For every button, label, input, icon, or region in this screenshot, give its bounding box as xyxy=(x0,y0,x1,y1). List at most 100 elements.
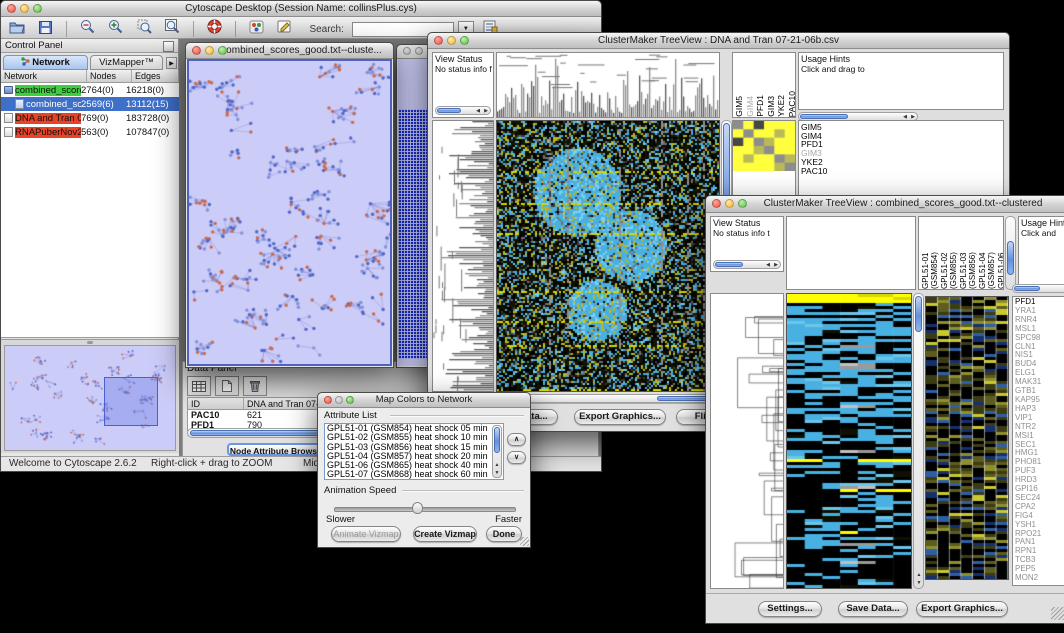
column-label[interactable]: GIM3 xyxy=(767,96,777,117)
correlation-matrix-canvas[interactable] xyxy=(733,121,795,171)
column-label[interactable]: GPL51-04 (GSM857) xyxy=(978,217,996,289)
dialog-titlebar[interactable]: Map Colors to Network xyxy=(318,393,530,408)
scroll-down-icon[interactable]: ▼ xyxy=(493,470,501,477)
zoom-fit-icon[interactable] xyxy=(161,17,185,35)
close-button[interactable] xyxy=(324,396,332,404)
column-label[interactable]: GIM5 xyxy=(735,96,745,117)
scroll-left-icon[interactable]: ◀ xyxy=(474,108,482,115)
scroll-down-icon[interactable]: ▼ xyxy=(915,580,923,587)
scroll-thumb[interactable] xyxy=(1014,286,1040,291)
main-titlebar[interactable]: Cytoscape Desktop (Session Name: collins… xyxy=(1,1,601,17)
close-button[interactable] xyxy=(192,46,201,55)
scroll-thumb[interactable] xyxy=(915,296,922,332)
node-attribute-browser-tab[interactable]: Node Attribute Brows... xyxy=(227,443,327,456)
row-dendrogram-canvas[interactable] xyxy=(433,121,493,391)
labels-vscrollbar[interactable] xyxy=(1005,216,1016,290)
export-graphics-button[interactable]: Export Graphics... xyxy=(916,601,1008,617)
scroll-left-icon[interactable]: ◀ xyxy=(764,262,772,269)
column-label[interactable]: GPL51-03 (GSM856) xyxy=(959,217,977,289)
zoom-button[interactable] xyxy=(218,46,227,55)
attribute-item[interactable]: GPL51-07 (GSM868) heat shock 60 min xyxy=(325,470,503,479)
column-dendrogram-canvas[interactable] xyxy=(497,53,719,117)
network-row[interactable]: RNAPuberNov2+ 563(0) 107847(0) xyxy=(1,125,179,139)
delete-attribute-trash-icon[interactable] xyxy=(243,376,267,396)
overview-viewport-rect[interactable] xyxy=(104,377,159,426)
new-attribute-icon[interactable] xyxy=(215,376,239,396)
secondary-heatmap-canvas[interactable] xyxy=(926,297,1008,579)
tab-vizmapper[interactable]: VizMapper™ xyxy=(90,55,163,70)
scroll-up-icon[interactable]: ▲ xyxy=(915,572,923,579)
treeview-combined-titlebar[interactable]: ClusterMaker TreeView : combined_scores_… xyxy=(706,196,1064,213)
zoom-selected-icon[interactable] xyxy=(132,17,156,35)
attribute-table-icon[interactable] xyxy=(187,376,211,396)
vizmap-colors-icon[interactable] xyxy=(245,18,269,36)
gene-label[interactable]: GIM3 xyxy=(801,149,1003,158)
settings-button[interactable]: Settings... xyxy=(758,601,822,617)
create-vizmap-button[interactable]: Create Vizmap xyxy=(413,526,477,542)
zoom-button[interactable] xyxy=(460,36,469,45)
column-label[interactable]: GPL51-02 (GSM855) xyxy=(940,217,958,289)
network-row[interactable]: combined_scores 2764(0) 16218(0) xyxy=(1,83,179,97)
column-label[interactable]: GIM4 xyxy=(746,96,756,117)
column-label[interactable]: YKE2 xyxy=(777,95,787,117)
annotation-icon[interactable] xyxy=(273,18,297,36)
network-row[interactable]: DNA and Tran 07 769(0) 183728(0) xyxy=(1,111,179,125)
scroll-thumb[interactable] xyxy=(715,262,743,267)
zoom-out-icon[interactable] xyxy=(75,17,99,35)
col-edges[interactable]: Edges xyxy=(132,70,179,82)
animation-speed-slider-track[interactable] xyxy=(334,507,516,512)
open-file-icon[interactable] xyxy=(5,18,29,36)
scroll-thumb[interactable] xyxy=(437,108,461,113)
heatmap-vscrollbar[interactable]: ▲ ▼ xyxy=(913,293,924,589)
close-button[interactable] xyxy=(403,47,411,55)
network-graph-canvas[interactable] xyxy=(189,61,390,364)
expression-heatmap-canvas[interactable] xyxy=(497,121,719,391)
animate-vizmap-button[interactable]: Animate Vizmap xyxy=(331,526,401,542)
gene-list-hscrollbar[interactable] xyxy=(1012,284,1064,293)
scroll-right-icon[interactable]: ▶ xyxy=(772,262,780,269)
attribute-vscrollbar[interactable]: ▲ ▼ xyxy=(492,425,502,478)
close-button[interactable] xyxy=(434,36,443,45)
animation-speed-slider-thumb[interactable] xyxy=(412,502,423,514)
column-label[interactable]: GPL51-06 (GSM865) xyxy=(997,217,1004,289)
scroll-thumb[interactable] xyxy=(1007,241,1014,275)
minimize-button[interactable] xyxy=(20,4,29,13)
minimize-button[interactable] xyxy=(725,199,734,208)
divider-handle[interactable] xyxy=(87,341,93,344)
scroll-right-icon[interactable]: ▶ xyxy=(482,108,490,115)
resize-grip[interactable] xyxy=(1051,607,1064,620)
scroll-thumb[interactable] xyxy=(800,114,848,119)
scroll-up-icon[interactable]: ▲ xyxy=(493,462,501,469)
resize-grip[interactable] xyxy=(520,537,529,546)
gene-label[interactable]: MON2 xyxy=(1015,574,1064,583)
column-label[interactable]: PFD1 xyxy=(756,95,766,117)
view-status-hscrollbar[interactable]: ◀ ▶ xyxy=(435,106,491,115)
column-label[interactable]: GPL51-01 (GSM854) xyxy=(921,217,939,289)
float-panel-icon[interactable] xyxy=(163,41,174,52)
move-up-button[interactable]: ∧ xyxy=(507,433,526,446)
gene-label[interactable]: GIM4 xyxy=(801,132,1003,141)
close-button[interactable] xyxy=(712,199,721,208)
export-graphics-button[interactable]: Export Graphics... xyxy=(574,409,666,425)
zoom-button[interactable] xyxy=(346,396,354,404)
col-id[interactable]: ID xyxy=(188,398,244,409)
minimize-button[interactable] xyxy=(205,46,214,55)
heatmap-hscrollbar[interactable] xyxy=(496,394,732,403)
zoom-in-icon[interactable] xyxy=(104,17,128,35)
gene-label[interactable]: GIM5 xyxy=(801,123,1003,132)
col-network[interactable]: Network xyxy=(1,70,87,82)
close-button[interactable] xyxy=(7,4,16,13)
col-nodes[interactable]: Nodes xyxy=(87,70,132,82)
gene-label[interactable]: YKE2 xyxy=(801,158,1003,167)
row-dendrogram-canvas[interactable] xyxy=(711,294,783,588)
network-row[interactable]: combined_sco 2569(6) 13112(15) xyxy=(1,97,179,111)
expression-heatmap-canvas[interactable] xyxy=(787,294,911,588)
view-status-hscrollbar[interactable]: ◀ ▶ xyxy=(713,260,781,269)
gene-label[interactable]: PFD1 xyxy=(801,140,1003,149)
zoom-button[interactable] xyxy=(33,4,42,13)
tab-network[interactable]: Network xyxy=(3,55,88,70)
move-down-button[interactable]: ∨ xyxy=(507,451,526,464)
save-icon[interactable] xyxy=(33,18,57,36)
network-view-titlebar[interactable]: combined_scores_good.txt--cluste... xyxy=(186,43,393,59)
zoom-button[interactable] xyxy=(738,199,747,208)
